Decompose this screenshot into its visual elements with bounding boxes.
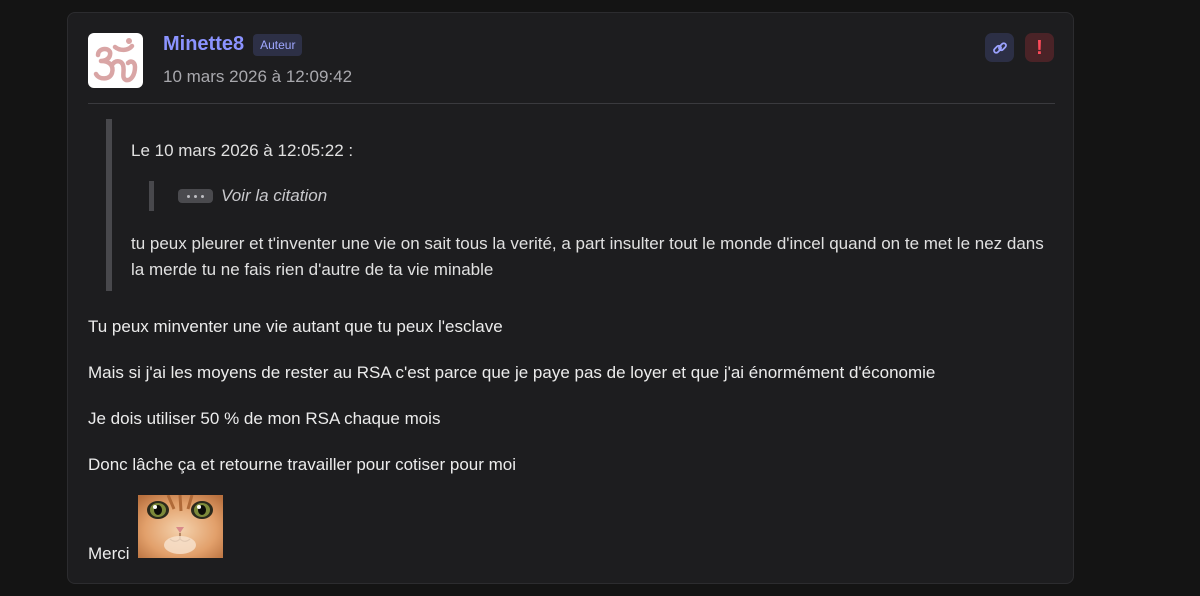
forum-post: Minette8 Auteur 10 mars 2026 à 12:09:42 … (67, 12, 1074, 584)
cat-face-sticker[interactable] (138, 495, 223, 558)
post-paragraph: Donc lâche ça et retourne travailler pou… (88, 455, 517, 474)
post-paragraph: Je dois utiliser 50 % de mon RSA chaque … (88, 409, 441, 428)
post-paragraph: Tu peux minventer une vie autant que tu … (88, 317, 503, 336)
link-icon (992, 41, 1007, 54)
author-badge: Auteur (253, 33, 303, 56)
post-paragraph: Mais si j'ai les moyens de rester au RSA… (88, 363, 936, 382)
cat-face-icon (138, 495, 223, 558)
ellipsis-icon[interactable] (178, 189, 213, 203)
report-icon: ! (1036, 36, 1043, 59)
permalink-button[interactable] (985, 33, 1014, 62)
author-name[interactable]: Minette8 (163, 33, 244, 56)
header-divider (88, 103, 1055, 104)
post-date: 10 mars 2026 à 12:09:42 (163, 67, 353, 86)
quote-text: tu peux pleurer et t'inventer une vie on… (131, 234, 1044, 279)
author-row: Minette8 Auteur (163, 33, 303, 56)
quote-header: Le 10 mars 2026 à 12:05:22 : (131, 141, 354, 160)
quote-block: Le 10 mars 2026 à 12:05:22 : Voir la cit… (106, 119, 1052, 291)
post-closing: Merci (88, 544, 130, 563)
avatar[interactable] (88, 33, 143, 88)
nested-quote[interactable]: Voir la citation (149, 181, 327, 211)
view-quote-link[interactable]: Voir la citation (221, 186, 327, 206)
report-button[interactable]: ! (1025, 33, 1054, 62)
om-symbol-icon (93, 38, 138, 83)
